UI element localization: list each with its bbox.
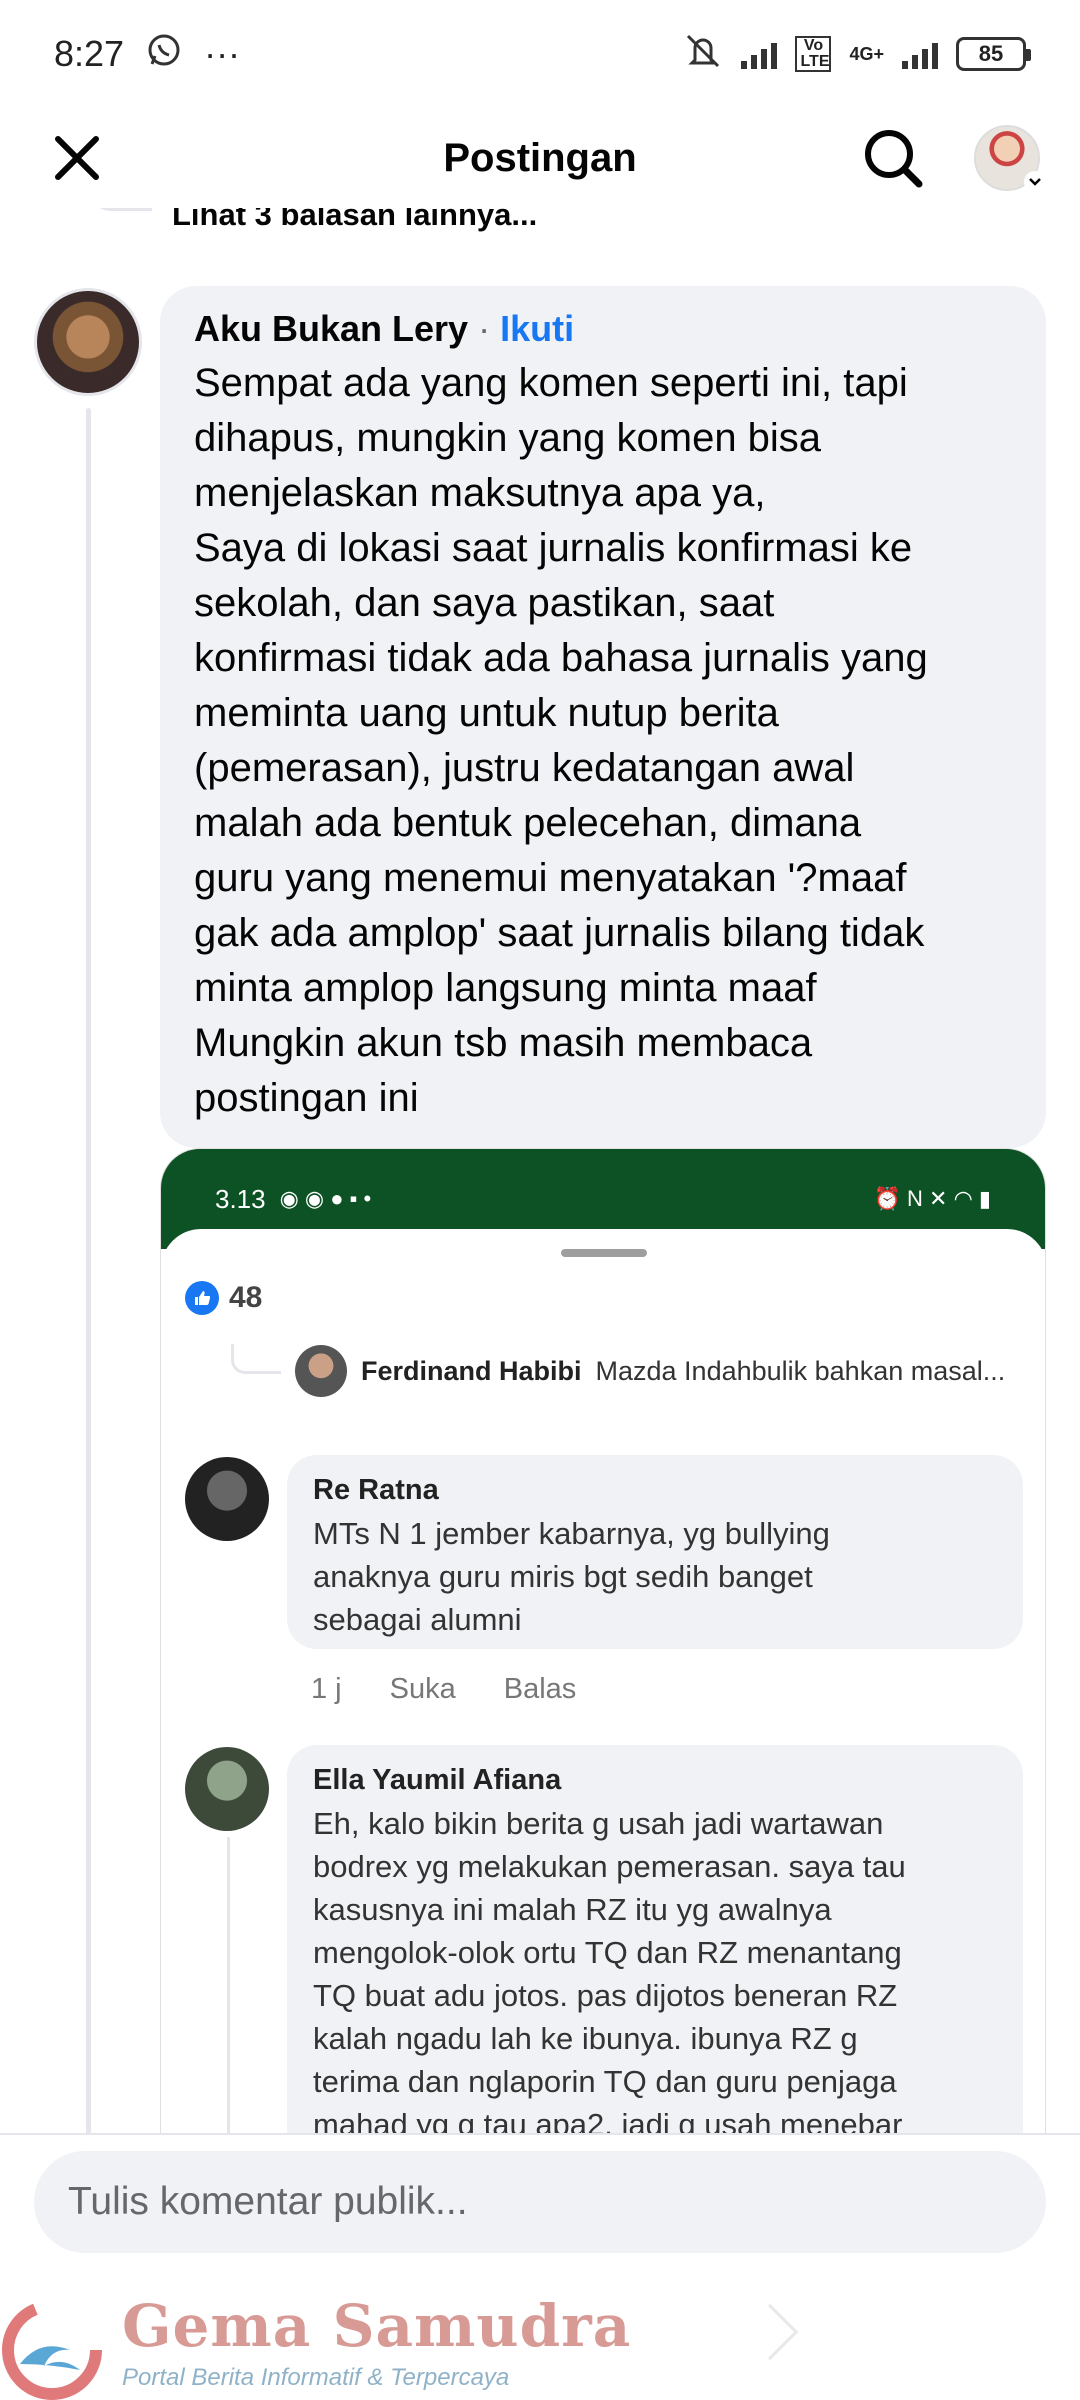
close-button[interactable] <box>40 121 114 195</box>
status-bar: 8:27 ··· Vo LTE 4G+ 85 <box>0 0 1080 108</box>
avatar <box>185 1457 269 1541</box>
attachment-comment-meta: 1 j Suka Balas <box>311 1673 576 1706</box>
reply-preview-text: Mazda Indahbulik bahkan masal... <box>595 1355 1006 1386</box>
attachment-status-right-icons: ⏰ N ✕ ◠ ▮ <box>873 1186 991 1211</box>
whatsapp-icon <box>146 32 182 77</box>
reply-connector <box>92 208 152 211</box>
sheet-handle <box>561 1249 647 1257</box>
battery-icon: 85 <box>956 37 1031 71</box>
comment-header: Aku Bukan Lery · Ikuti <box>194 308 1012 350</box>
status-more: ··· <box>204 33 241 74</box>
network-label: 4G+ <box>849 43 884 64</box>
status-left: 8:27 ··· <box>54 32 240 77</box>
thread-line <box>227 1837 230 2133</box>
volte-badge: Vo LTE <box>795 36 832 72</box>
view-more-replies-link[interactable]: Lihat 3 balasan lainnya... <box>92 208 537 240</box>
status-time: 8:27 <box>54 33 125 74</box>
comment-composer <box>0 2133 1080 2273</box>
watermark-subtitle: Portal Berita Informatif & Terpercaya <box>122 2364 510 2391</box>
attachment-comment-name: Ella Yaumil Afiana <box>313 1764 562 1796</box>
mute-icon <box>683 32 723 77</box>
comment-bubble[interactable]: Aku Bukan Lery · Ikuti Sempat ada yang k… <box>160 286 1046 1148</box>
status-right: Vo LTE 4G+ 85 <box>683 32 1031 77</box>
avatar <box>185 1747 269 1831</box>
attachment-status-icons: ◉ ◉ ● ▪ • <box>279 1186 372 1211</box>
search-button[interactable] <box>856 121 930 195</box>
comment-author-name[interactable]: Aku Bukan Lery <box>194 308 468 350</box>
separator: · <box>478 308 491 349</box>
attachment-status-time: 3.13 <box>215 1183 266 1214</box>
close-icon <box>55 136 99 180</box>
attachment-comment-name: Re Ratna <box>313 1474 439 1506</box>
watermark-mark <box>741 2303 799 2361</box>
gema-samudra-logo-icon <box>2 2300 102 2400</box>
comment-text: Sempat ada yang komen seperti ini, tapi … <box>194 361 928 1120</box>
attachment-comment-text: MTs N 1 jember kabarnya, yg bullying ana… <box>313 1516 830 1637</box>
comment-input[interactable] <box>34 2151 1046 2253</box>
reply-preview-name: Ferdinand Habibi <box>361 1355 582 1386</box>
chevron-down-icon <box>1024 171 1046 193</box>
comment-time: 1 j <box>311 1673 342 1705</box>
top-app-bar: Postingan <box>0 108 1080 208</box>
follow-button[interactable]: Ikuti <box>500 308 574 350</box>
likes-count: 48 <box>229 1281 263 1314</box>
comment-attachment-image[interactable]: 3.13 ◉ ◉ ● ▪ • ⏰ N ✕ ◠ ▮ 48 Ferdinand Ha… <box>160 1148 1046 2133</box>
reply-connector <box>231 1344 281 1374</box>
avatar <box>295 1345 347 1397</box>
thread-line <box>86 408 91 2133</box>
comments-feed[interactable]: Lihat 3 balasan lainnya... Aku Bukan Ler… <box>0 208 1080 2133</box>
attachment-sheet: 48 Ferdinand Habibi Mazda Indahbulik bah… <box>161 1229 1045 2133</box>
watermark-title: Gema Samudra <box>122 2292 632 2360</box>
attachment-comment: Re Ratna MTs N 1 jember kabarnya, yg bul… <box>287 1455 1023 1649</box>
signal-icon <box>741 39 778 69</box>
view-more-replies-label: Lihat 3 balasan lainnya... <box>172 208 538 232</box>
like-label: Suka <box>389 1673 456 1705</box>
like-icon <box>185 1281 219 1315</box>
signal-icon-2 <box>902 39 938 69</box>
reply-label: Balas <box>503 1673 577 1705</box>
attachment-comment: Ella Yaumil Afiana Eh, kalo bikin berita… <box>287 1745 1023 2133</box>
attachment-comment-text: Eh, kalo bikin berita g usah jadi wartaw… <box>313 1806 906 2133</box>
attachment-likes: 48 <box>185 1281 262 1315</box>
search-icon <box>865 130 923 188</box>
comment-author-avatar[interactable] <box>34 288 142 396</box>
watermark: Gema Samudra Portal Berita Informatif & … <box>0 2282 1080 2400</box>
attachment-reply-preview: Ferdinand Habibi Mazda Indahbulik bahkan… <box>231 1344 1006 1397</box>
profile-avatar[interactable] <box>974 125 1046 193</box>
